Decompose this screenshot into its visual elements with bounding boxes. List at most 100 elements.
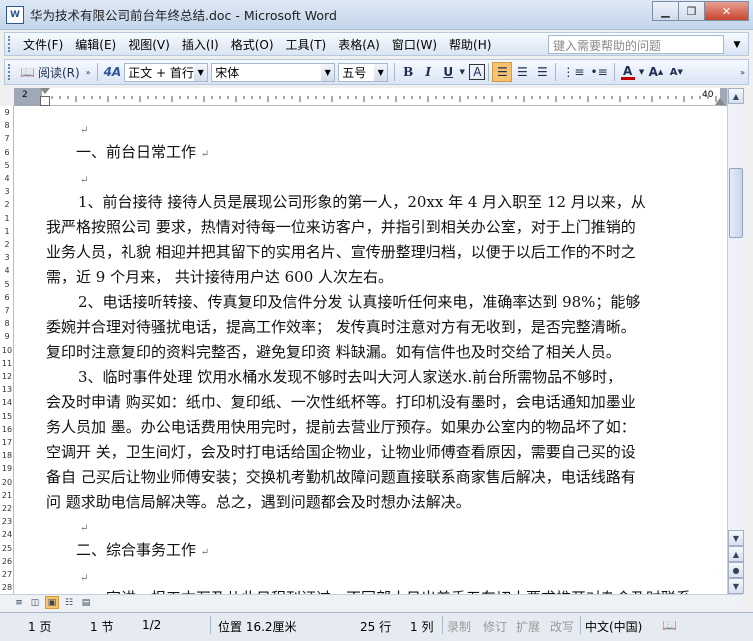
style-select[interactable]: 正文 + 首行 ▼: [124, 62, 209, 82]
bullets-button[interactable]: •≡: [587, 62, 610, 82]
paragraph-3[interactable]: 3、临时事件处理 饮用水桶水发现不够时去叫大河人家送水.前台所需物品不够时， 会…: [46, 365, 721, 515]
scroll-up-icon[interactable]: ▲: [728, 88, 744, 104]
close-button[interactable]: ✕: [704, 1, 749, 21]
normal-view-icon[interactable]: ≡: [12, 596, 26, 609]
menu-view[interactable]: 视图(V): [122, 34, 176, 55]
char-border-button[interactable]: A: [469, 64, 486, 80]
font-size-select[interactable]: 五号 ▼: [338, 62, 389, 82]
toolbar-options-icon[interactable]: »: [737, 62, 748, 82]
right-indent-marker[interactable]: [715, 98, 725, 105]
vertical-ruler-label: 3: [4, 187, 10, 197]
align-justify-button[interactable]: ☰: [492, 62, 513, 82]
font-color-button[interactable]: A: [618, 62, 638, 82]
toolbar-separator: [613, 63, 615, 81]
chevron-down-icon[interactable]: ▼: [321, 63, 335, 81]
vertical-ruler-label: 1: [4, 226, 10, 236]
heading-2[interactable]: 二、综合事务工作 ↵: [76, 538, 721, 565]
paragraph-4-partial[interactable]: ……宣讲、报工本万及儿此日程刊证过，不同部十日出差手五车切木要求推开对杂会及时联…: [76, 586, 721, 594]
status-overtype[interactable]: 改写: [550, 618, 574, 635]
outline-view-icon[interactable]: ☷: [62, 596, 76, 609]
status-language: 中文(中国): [585, 620, 643, 634]
italic-button[interactable]: I: [418, 62, 438, 82]
menu-bar: 文件(F) 编辑(E) 视图(V) 插入(I) 格式(O) 工具(T) 表格(A…: [4, 32, 749, 56]
vertical-ruler-label: 28: [1, 583, 13, 593]
word-app-icon[interactable]: W: [6, 5, 24, 24]
menu-insert[interactable]: 插入(I): [176, 34, 225, 55]
first-line-indent-marker[interactable]: [40, 88, 50, 94]
vertical-ruler-label: 9: [4, 108, 10, 117]
minimize-button[interactable]: ▁: [652, 1, 679, 21]
book-icon: 📖: [20, 65, 35, 79]
paragraph-2[interactable]: 2、电话接听转接、传真复印及信件分发 认真接听任何来电，准确率达到 98%；能够…: [46, 290, 721, 365]
horizontal-ruler[interactable]: 2 40: [14, 88, 727, 106]
heading-1[interactable]: 一、前台日常工作 ↵: [76, 140, 721, 167]
font-size-value: 五号: [342, 65, 367, 80]
styles-formatting-icon[interactable]: 4A: [101, 62, 125, 82]
font-select[interactable]: 宋体 ▼: [211, 62, 336, 82]
underline-dropdown-icon[interactable]: ▼: [458, 62, 466, 82]
ruler-label-right: 40: [702, 90, 714, 100]
vertical-ruler-label: 25: [1, 543, 13, 553]
vertical-ruler-label: 12: [1, 372, 13, 381]
next-page-icon[interactable]: ▼: [728, 578, 744, 594]
menu-window[interactable]: 窗口(W): [386, 34, 443, 55]
underline-button[interactable]: U: [438, 62, 458, 82]
vertical-ruler-label: 2: [4, 240, 10, 249]
chevron-down-icon[interactable]: ▼: [374, 63, 388, 81]
menu-format[interactable]: 格式(O): [225, 34, 280, 55]
vertical-ruler[interactable]: 9 8 7 6 5 4 3 2 1 1 2 3 4 5 6 7 8 9 10 11 12 13 14 15 16 17 18 19 20…: [0, 106, 14, 594]
document-page[interactable]: ↵ 一、前台日常工作 ↵ ↵ 1、前台接待 接待人员是展现公司形象的第一人，20…: [14, 106, 727, 594]
formatting-toolbar: 📖 阅读(R) » 4A 正文 + 首行 ▼ 宋体 ▼ 五号 ▼ B I U ▼…: [4, 59, 749, 85]
vertical-ruler-label: 16: [1, 424, 13, 434]
status-record[interactable]: 录制: [447, 618, 471, 635]
menu-file[interactable]: 文件(F): [17, 34, 69, 55]
spelling-status-icon[interactable]: 📖: [662, 618, 677, 632]
text-line: 2、电话接听转接、传真复印及信件分发 认真接听任何来电，准确率达到 98%；能够: [78, 293, 641, 311]
numbering-button[interactable]: ⋮≡: [559, 62, 587, 82]
view-buttons-bar: ≡ ◫ ▣ ☷ ▤: [0, 594, 743, 610]
text-line: 问 题求助电信局解决等。总之，遇到问题都会及时想办法解决。: [46, 493, 471, 511]
toolbar-grip[interactable]: [8, 64, 13, 80]
help-search-input[interactable]: 键入需要帮助的问题: [548, 35, 724, 54]
text-line: 需，近 9 个月来， 共计接待用户达 600 人次左右。: [46, 268, 394, 286]
menu-edit[interactable]: 编辑(E): [69, 34, 122, 55]
status-position: 位置 16.2厘米: [218, 620, 297, 634]
status-page: 1 页: [28, 620, 52, 634]
restore-button[interactable]: ❐: [678, 1, 705, 21]
vertical-ruler-label: 15: [1, 411, 13, 421]
print-layout-icon[interactable]: ▣: [45, 596, 59, 609]
previous-page-icon[interactable]: ▲: [728, 546, 744, 562]
web-view-icon[interactable]: ◫: [28, 596, 42, 609]
toolbar-separator: [555, 63, 557, 81]
toolbar-options-icon[interactable]: »: [83, 62, 94, 82]
align-center-button[interactable]: ☰: [512, 62, 532, 82]
menubar-grip[interactable]: [8, 36, 13, 52]
paragraph-1[interactable]: 1、前台接待 接待人员是展现公司形象的第一人，20xx 年 4 月入职至 12 …: [46, 190, 721, 290]
status-separator: [580, 616, 581, 634]
toolbar-separator: [394, 63, 396, 81]
status-extend[interactable]: 扩展: [516, 618, 540, 635]
align-center-icon: ☰: [517, 65, 528, 79]
reading-mode-button[interactable]: 📖 阅读(R): [17, 62, 83, 82]
status-line: 25 行: [360, 620, 392, 634]
menu-help[interactable]: 帮助(H): [443, 34, 497, 55]
left-indent-marker[interactable]: [40, 96, 50, 106]
vertical-ruler-label: 20: [1, 477, 13, 487]
reading-view-icon[interactable]: ▤: [79, 596, 93, 609]
bold-button[interactable]: B: [398, 62, 418, 82]
status-track-changes[interactable]: 修订: [483, 618, 507, 635]
grow-font-button[interactable]: A ▲: [646, 62, 667, 82]
font-color-dropdown-icon[interactable]: ▼: [638, 62, 646, 82]
menu-tools[interactable]: 工具(T): [280, 34, 333, 55]
chevron-down-icon[interactable]: ▼: [194, 63, 208, 81]
vertical-scrollbar[interactable]: ▲ ▼ ▲ ● ▼: [727, 88, 744, 594]
menu-table[interactable]: 表格(A): [332, 34, 386, 55]
align-right-button[interactable]: ☰: [532, 62, 552, 82]
scroll-thumb[interactable]: [729, 168, 743, 238]
title-bar[interactable]: W 华为技术有限公司前台年终总结.doc - Microsoft Word ▁ …: [0, 0, 753, 30]
font-color-bar: [620, 76, 635, 80]
shrink-font-button[interactable]: A ▼: [666, 62, 686, 82]
browse-object-icon[interactable]: ●: [728, 562, 744, 578]
help-dropdown-icon[interactable]: ▼: [728, 35, 746, 54]
scroll-down-icon[interactable]: ▼: [728, 530, 744, 546]
